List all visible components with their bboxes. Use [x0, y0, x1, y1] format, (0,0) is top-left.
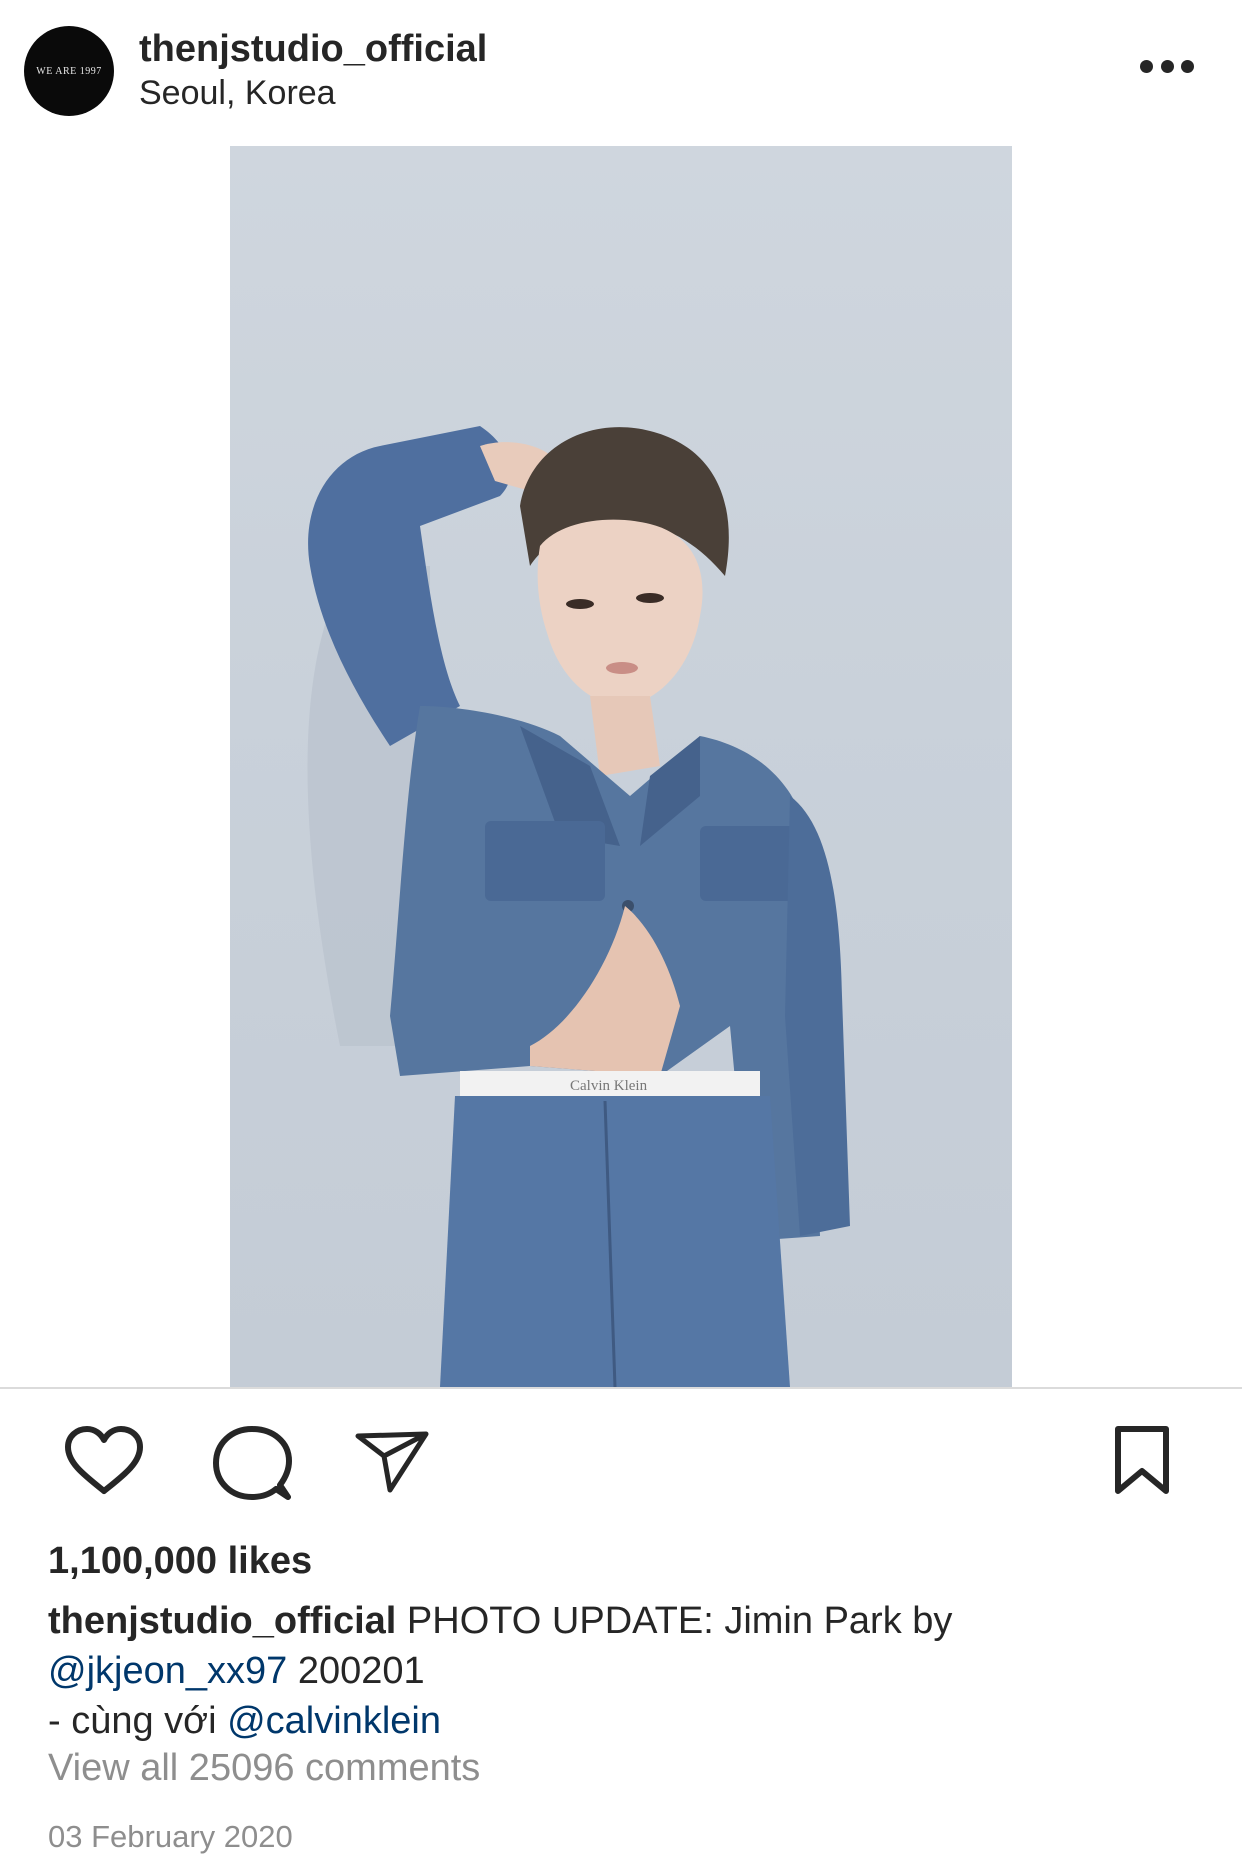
comment-icon[interactable]: [212, 1425, 292, 1503]
post-header: WE ARE 1997 thenjstudio_official Seoul, …: [0, 0, 1242, 140]
avatar-logo-text: WE ARE 1997: [36, 66, 102, 77]
post-photo[interactable]: Calvin Klein: [230, 146, 1012, 1387]
caption-text: PHOTO UPDATE: Jimin Park by: [396, 1600, 953, 1642]
caption-text: 200201: [287, 1650, 425, 1692]
send-icon[interactable]: [354, 1428, 430, 1496]
view-all-comments-link[interactable]: View all 25096 comments: [48, 1747, 480, 1790]
post-location[interactable]: Seoul, Korea: [139, 74, 336, 113]
photo-illustration: Calvin Klein: [307, 426, 850, 1387]
post-caption: thenjstudio_official PHOTO UPDATE: Jimin…: [48, 1596, 1198, 1746]
waistband-text: Calvin Klein: [570, 1078, 648, 1094]
avatar[interactable]: WE ARE 1997: [24, 26, 114, 116]
post-date: 03 February 2020: [48, 1819, 293, 1854]
caption-text: - cùng với: [48, 1700, 228, 1742]
caption-username[interactable]: thenjstudio_official: [48, 1600, 396, 1642]
caption-mention[interactable]: @calvinklein: [227, 1700, 441, 1742]
bookmark-icon[interactable]: [1112, 1425, 1172, 1495]
heart-icon[interactable]: [64, 1425, 144, 1497]
likes-count[interactable]: 1,100,000 likes: [48, 1540, 312, 1583]
post-divider: [0, 1387, 1242, 1389]
caption-mention[interactable]: @jkjeon_xx97: [48, 1650, 287, 1692]
post-username[interactable]: thenjstudio_official: [139, 28, 487, 71]
more-horizontal-icon[interactable]: [1140, 58, 1194, 74]
